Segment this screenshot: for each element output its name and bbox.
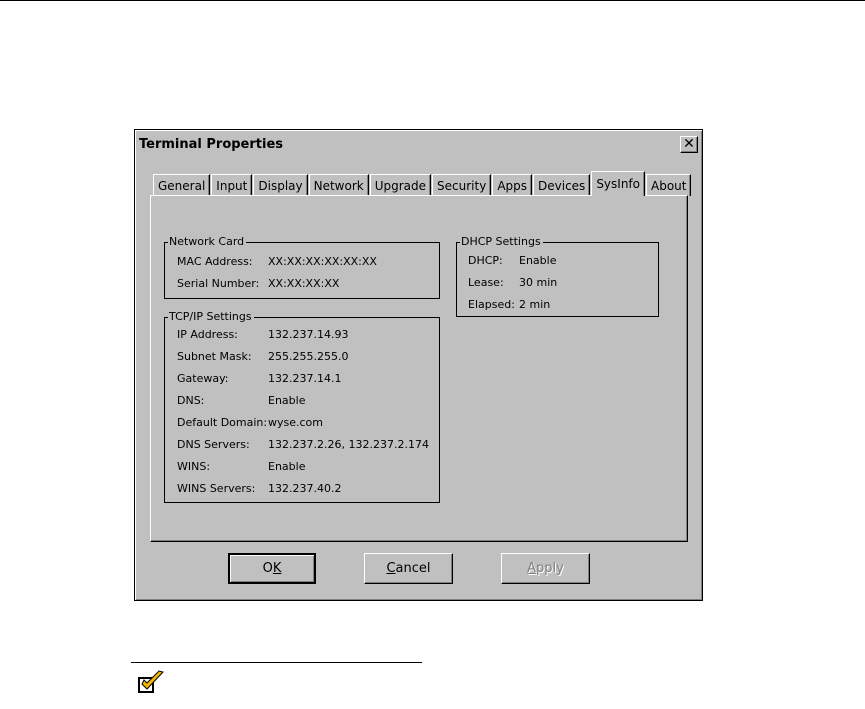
network-card-legend: Network Card [168,235,247,249]
tab-sysinfo[interactable]: SysInfo [591,171,645,196]
gateway-label: Gateway: [177,372,229,385]
cancel-label-post: ancel [395,561,431,576]
tab-upgrade[interactable]: Upgrade [369,174,432,196]
lease-label: Lease: [468,276,504,289]
subnet-mask-label: Subnet Mask: [177,350,252,363]
tab-network[interactable]: Network [308,174,369,196]
wins-label: WINS: [177,460,211,473]
default-domain-label: Default Domain: [177,416,268,429]
dns-servers-value: 132.237.2.26, 132.237.2.174 [268,438,429,451]
note-rule [131,662,422,663]
window-title: Terminal Properties [139,136,284,152]
page-top-rule [0,0,865,1]
ip-address-value: 132.237.14.93 [268,328,349,341]
wins-value: Enable [268,460,306,473]
serial-number-value: XX:XX:XX:XX [268,277,340,290]
tab-general[interactable]: General [153,174,211,196]
dhcp-settings-group: DHCP Settings DHCP: Enable Lease: 30 min… [456,235,659,317]
dhcp-label: DHCP: [468,254,503,267]
tab-input[interactable]: Input [211,174,253,196]
ip-address-label: IP Address: [177,328,238,341]
tab-strip: General Input Display Network Upgrade Se… [153,171,692,197]
tab-display[interactable]: Display [253,174,308,196]
title-bar[interactable]: Terminal Properties ✕ [137,132,700,156]
network-card-group: Network Card MAC Address: XX:XX:XX:XX:XX… [164,235,440,299]
close-icon: ✕ [683,136,695,152]
mac-address-value: XX:XX:XX:XX:XX:XX [268,255,377,268]
ok-label-mnemonic: K [272,561,282,576]
dns-label: DNS: [177,394,205,407]
ok-button[interactable]: OK [228,553,316,584]
dns-servers-label: DNS Servers: [177,438,250,451]
dhcp-value: Enable [519,254,557,267]
gateway-value: 132.237.14.1 [268,372,342,385]
elapsed-label: Elapsed: [468,298,515,311]
checkmark-icon [138,670,164,693]
close-button[interactable]: ✕ [680,135,698,153]
apply-button: Apply [501,553,590,584]
apply-label-mnemonic: A [527,561,537,576]
ok-label-pre: O [262,561,273,576]
tab-apps[interactable]: Apps [492,174,533,196]
tcpip-settings-group: TCP/IP Settings IP Address: 132.237.14.9… [164,310,440,503]
tab-security[interactable]: Security [432,174,492,196]
tcpip-settings-legend: TCP/IP Settings [168,310,254,324]
subnet-mask-value: 255.255.255.0 [268,350,349,363]
default-domain-value: wyse.com [268,416,323,429]
mac-address-label: MAC Address: [177,255,253,268]
elapsed-value: 2 min [519,298,551,311]
dns-value: Enable [268,394,306,407]
lease-value: 30 min [519,276,558,289]
dhcp-settings-legend: DHCP Settings [460,235,543,249]
serial-number-label: Serial Number: [177,277,260,290]
wins-servers-value: 132.237.40.2 [268,482,342,495]
tab-about[interactable]: About [646,174,692,196]
cancel-button[interactable]: Cancel [364,553,453,584]
apply-label-post: pply [536,561,564,576]
wins-servers-label: WINS Servers: [177,482,256,495]
cancel-label-mnemonic: C [386,561,396,576]
tab-devices[interactable]: Devices [533,174,591,196]
